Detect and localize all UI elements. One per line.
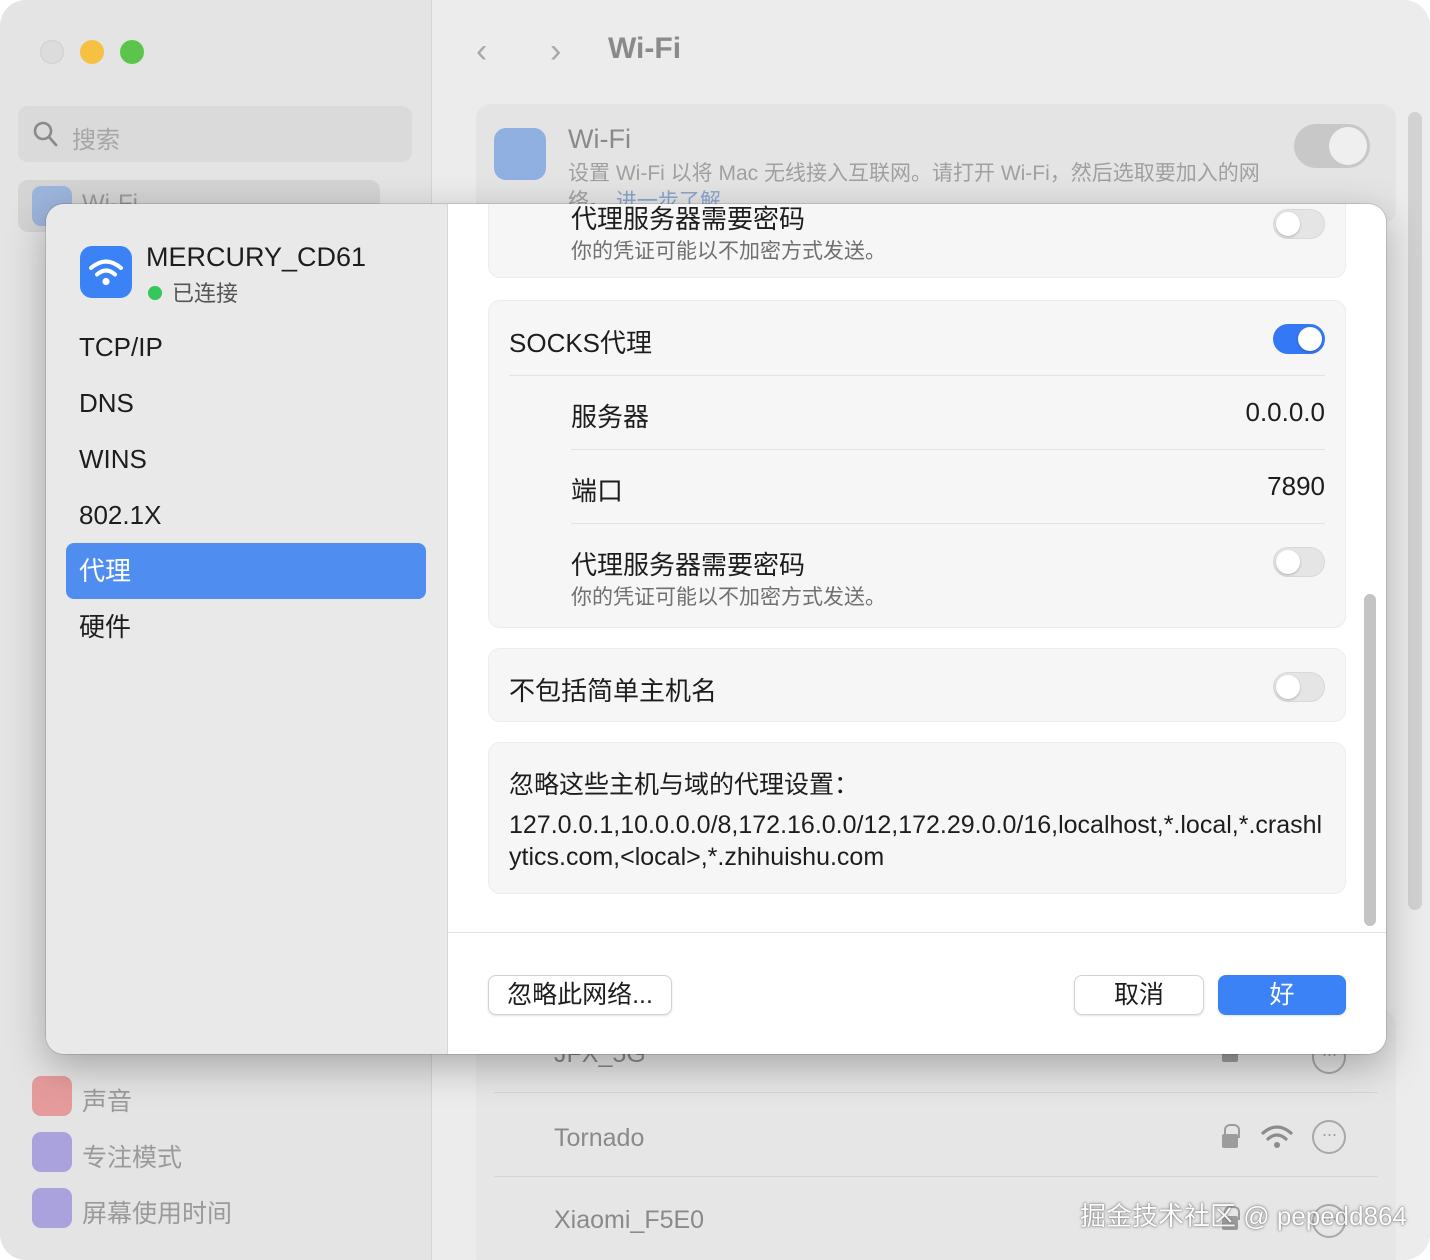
settings-search-field[interactable]: 搜索	[18, 106, 412, 162]
nav-item-tcpip[interactable]: TCP/IP	[66, 319, 426, 375]
screen-time-icon	[32, 1188, 72, 1228]
network-name: MERCURY_CD61	[146, 242, 367, 272]
socks-port-field[interactable]: 7890	[1267, 471, 1325, 502]
network-item[interactable]: Xiaomi_F5E0	[554, 1206, 704, 1235]
nav-item-proxies[interactable]: 代理	[66, 543, 426, 599]
exclude-simple-hostnames-toggle[interactable]	[1273, 672, 1325, 702]
search-placeholder: 搜索	[72, 127, 120, 154]
nav-item-hardware[interactable]: 硬件	[66, 599, 426, 655]
proxy-group-previous: 代理服务器需要密码 你的凭证可能以不加密方式发送。	[488, 204, 1346, 278]
password-required-toggle[interactable]	[1273, 209, 1325, 239]
divider	[494, 1176, 1378, 1177]
password-warning: 你的凭证可能以不加密方式发送。	[571, 240, 886, 263]
window-close-button[interactable]	[40, 40, 64, 64]
socks-proxy-label: SOCKS代理	[509, 328, 653, 358]
window-zoom-button[interactable]	[120, 40, 144, 64]
socks-proxy-group: SOCKS代理 服务器 0.0.0.0 端口 7890 代理服务器需要密码 你的…	[488, 300, 1346, 628]
focus-icon	[32, 1132, 72, 1172]
socks-password-label: 代理服务器需要密码	[571, 550, 806, 580]
page-title: Wi-Fi	[608, 32, 682, 65]
divider	[494, 1092, 1378, 1093]
bypass-group: 忽略这些主机与域的代理设置： 127.0.0.1,10.0.0.0/8,172.…	[488, 742, 1346, 894]
divider	[571, 523, 1325, 524]
details-sidebar: MERCURY_CD61 已连接 TCP/IP DNS WINS 802.1X …	[46, 204, 448, 1054]
wifi-card-title: Wi-Fi	[568, 124, 631, 154]
forward-chevron-icon[interactable]: ›	[550, 32, 561, 71]
back-chevron-icon[interactable]: ‹	[476, 32, 487, 71]
lock-icon	[1222, 1124, 1240, 1148]
cancel-button[interactable]: 取消	[1074, 975, 1204, 1015]
connection-status: 已连接	[148, 276, 238, 308]
network-item[interactable]: Tornado	[554, 1124, 644, 1153]
wifi-icon	[80, 246, 132, 298]
network-details-sheet: MERCURY_CD61 已连接 TCP/IP DNS WINS 802.1X …	[46, 204, 1386, 1054]
socks-password-toggle[interactable]	[1273, 547, 1325, 577]
window-minimize-button[interactable]	[80, 40, 104, 64]
connection-status-label: 已连接	[172, 281, 239, 306]
socks-server-label: 服务器	[571, 402, 650, 432]
password-required-label: 代理服务器需要密码	[571, 204, 806, 234]
more-icon[interactable]: ···	[1312, 1120, 1346, 1154]
sidebar-item-sound[interactable]: 声音	[82, 1082, 132, 1118]
sheet-footer: 忽略此网络... 取消 好	[448, 932, 1386, 1054]
exclude-simple-hostnames-label: 不包括简单主机名	[509, 676, 718, 706]
nav-item-8021x[interactable]: 802.1X	[66, 487, 426, 543]
socks-proxy-toggle[interactable]	[1273, 324, 1325, 354]
settings-scrollbar[interactable]	[1408, 112, 1422, 910]
panel-scrollbar[interactable]	[1364, 594, 1376, 926]
forget-network-button[interactable]: 忽略此网络...	[488, 975, 672, 1015]
sidebar-item-screen-time[interactable]: 屏幕使用时间	[82, 1194, 232, 1230]
nav-item-dns[interactable]: DNS	[66, 375, 426, 431]
divider	[571, 449, 1325, 450]
sound-icon	[32, 1076, 72, 1116]
wifi-icon	[494, 128, 546, 180]
search-icon	[33, 121, 58, 147]
divider	[509, 375, 1325, 376]
bypass-label: 忽略这些主机与域的代理设置：	[509, 771, 860, 799]
proxy-settings-panel: 代理服务器需要密码 你的凭证可能以不加密方式发送。 SOCKS代理 服务器 0.…	[448, 204, 1386, 932]
status-dot	[148, 286, 162, 300]
ok-button[interactable]: 好	[1218, 975, 1346, 1015]
socks-server-field[interactable]: 0.0.0.0	[1245, 397, 1325, 428]
wifi-toggle[interactable]	[1294, 124, 1370, 168]
watermark: 掘金技术社区 @ pepedd864	[1080, 1201, 1407, 1231]
wifi-signal-icon	[1261, 1125, 1293, 1148]
socks-port-label: 端口	[571, 476, 624, 506]
socks-password-warning: 你的凭证可能以不加密方式发送。	[571, 586, 886, 609]
nav-item-wins[interactable]: WINS	[66, 431, 426, 487]
sidebar-item-focus[interactable]: 专注模式	[82, 1138, 182, 1174]
exclude-simple-hostnames-group: 不包括简单主机名	[488, 648, 1346, 722]
bypass-hosts-field[interactable]: 127.0.0.1,10.0.0.0/8,172.16.0.0/12,172.2…	[509, 809, 1327, 873]
